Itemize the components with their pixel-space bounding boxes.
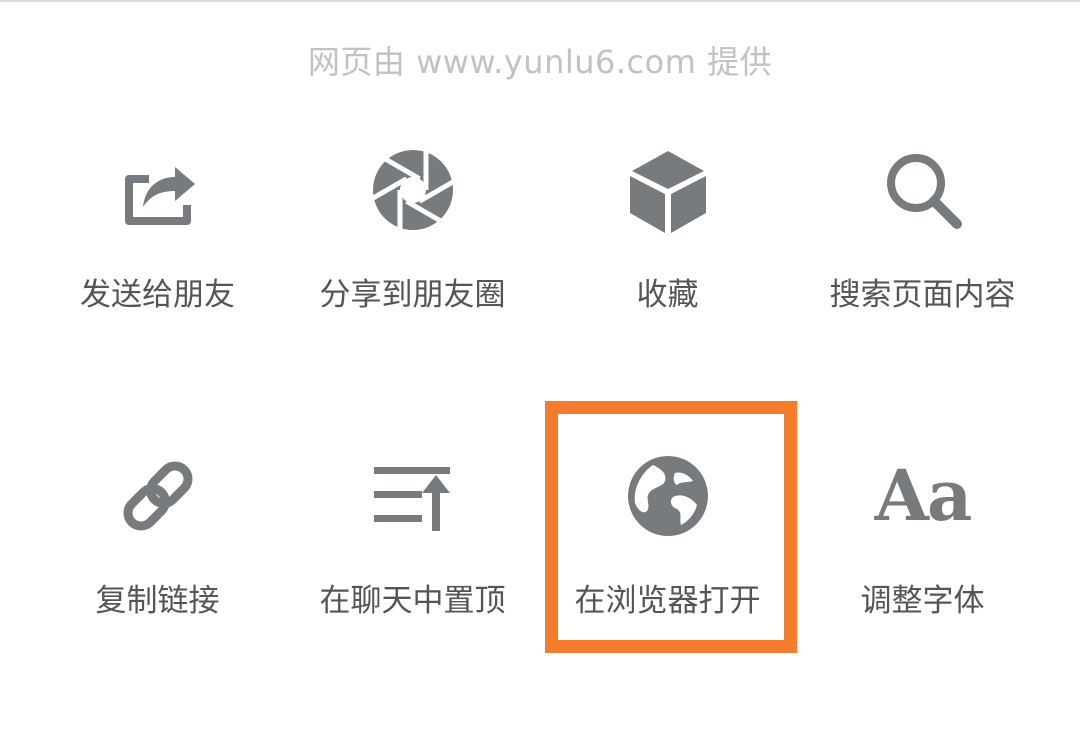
copy-link-button[interactable]: 复制链接 <box>30 431 285 691</box>
favorites-label: 收藏 <box>636 277 699 313</box>
search-icon <box>878 145 968 235</box>
share-forward-icon <box>113 145 203 235</box>
font-size-icon: Aa <box>874 454 973 537</box>
pin-in-chat-label: 在聊天中置顶 <box>319 583 506 619</box>
globe-icon <box>623 451 713 541</box>
pin-in-chat-button[interactable]: 在聊天中置顶 <box>285 431 540 691</box>
share-to-moments-label: 分享到朋友圈 <box>319 277 506 313</box>
adjust-font-label: 调整字体 <box>860 583 985 619</box>
link-icon <box>113 451 203 541</box>
send-to-friend-button[interactable]: 发送给朋友 <box>30 125 285 385</box>
search-page-button[interactable]: 搜索页面内容 <box>795 125 1050 385</box>
send-to-friend-label: 发送给朋友 <box>80 277 235 313</box>
provider-notice: 网页由 www.yunlu6.com 提供 <box>307 43 773 81</box>
open-in-browser-button[interactable]: 在浏览器打开 <box>540 431 795 691</box>
open-in-browser-label: 在浏览器打开 <box>574 583 761 619</box>
action-sheet: 网页由 www.yunlu6.com 提供 发送给朋友 分享到朋友圈 收藏 搜索… <box>0 0 1080 750</box>
pin-to-top-icon <box>368 451 458 541</box>
favorites-button[interactable]: 收藏 <box>540 125 795 385</box>
share-to-moments-button[interactable]: 分享到朋友圈 <box>285 125 540 385</box>
search-page-label: 搜索页面内容 <box>829 277 1016 313</box>
favorites-cube-icon <box>623 145 713 235</box>
adjust-font-button[interactable]: Aa 调整字体 <box>795 431 1050 691</box>
action-grid: 发送给朋友 分享到朋友圈 收藏 搜索页面内容 复制链接 在聊天中置顶 在浏览器打… <box>30 125 1050 691</box>
copy-link-label: 复制链接 <box>95 583 220 619</box>
moments-shutter-icon <box>368 145 458 235</box>
sheet-top-divider <box>0 0 1080 2</box>
